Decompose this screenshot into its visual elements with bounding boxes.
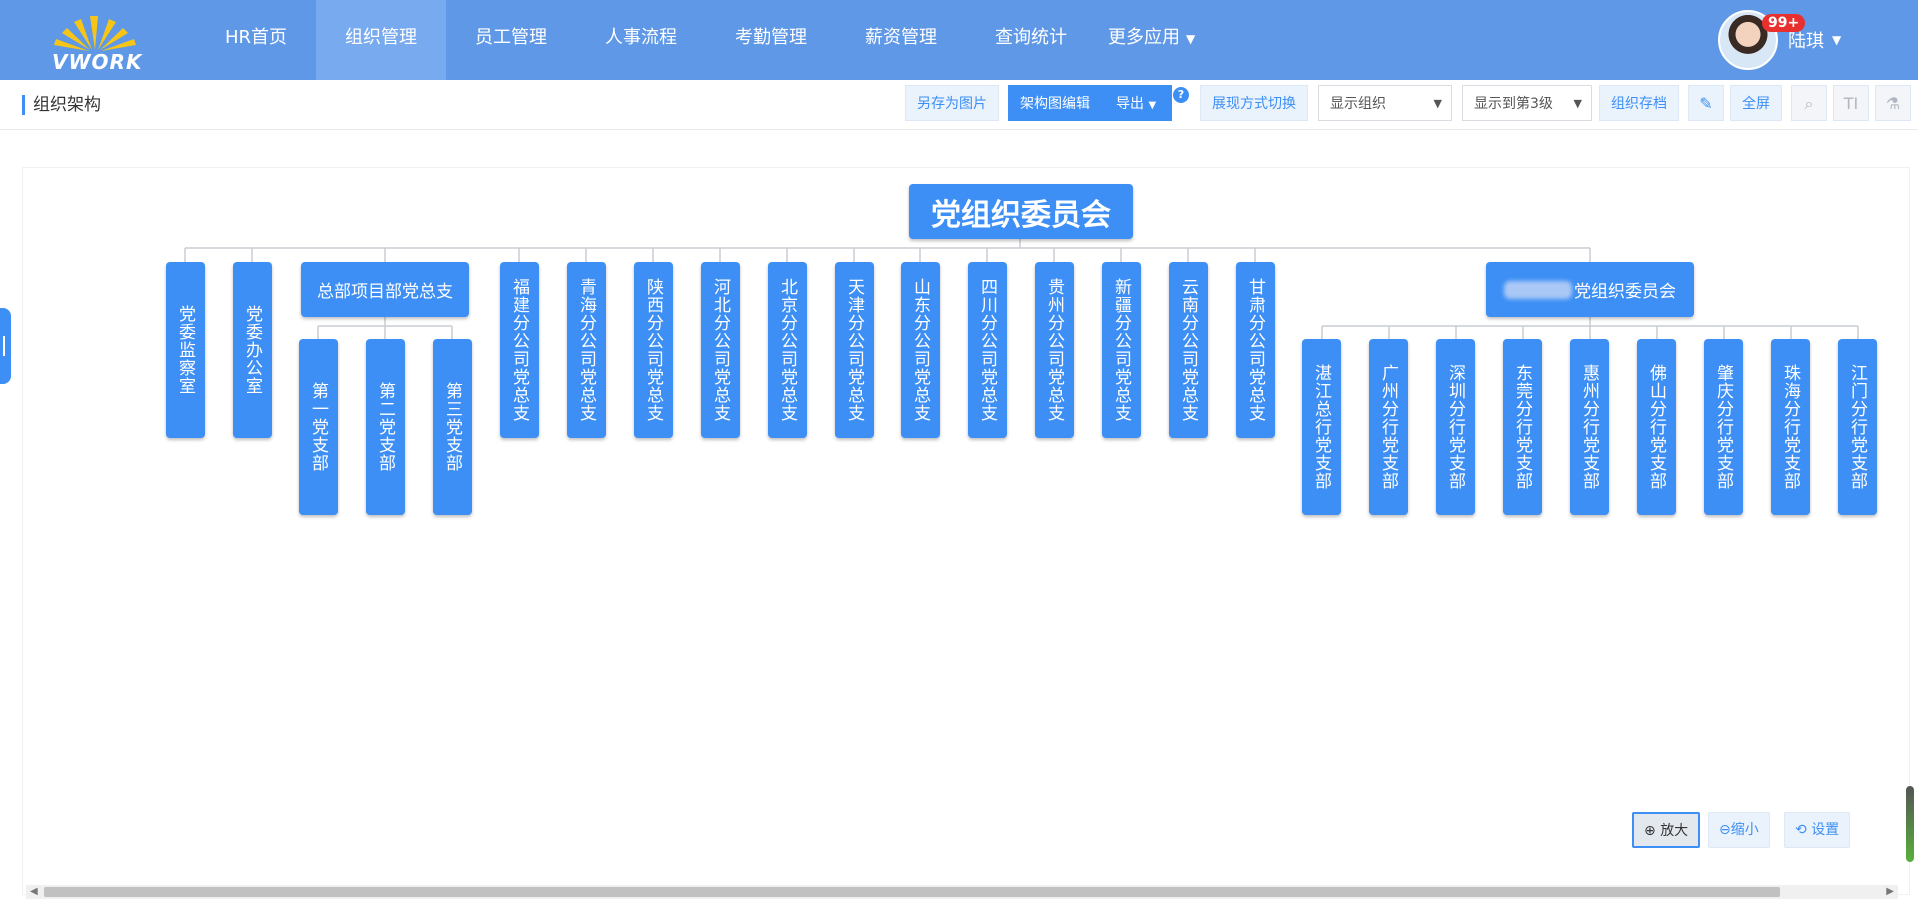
search-icon[interactable]: ⌕ (1791, 85, 1827, 121)
org-chart-canvas: 党组织委员会 党委监察室 党委办公室 总部项目部党总支 福建分公司党总支 青海分… (22, 167, 1910, 895)
zoom-out-button[interactable]: ⊖缩小 (1708, 812, 1770, 848)
org-node-level3[interactable]: 江门分行党支部 (1838, 339, 1877, 515)
org-node-level3[interactable]: 深圳分行党支部 (1436, 339, 1475, 515)
save-as-image-button[interactable]: 另存为图片 (905, 85, 999, 121)
zoom-out-icon: ⊖ (1719, 822, 1731, 838)
org-node-level3[interactable]: 佛山分行党支部 (1637, 339, 1676, 515)
nav-label: 员工管理 (475, 27, 548, 48)
avatar[interactable]: 99+ (1718, 10, 1806, 70)
page-title: 组织架构 (22, 95, 101, 115)
org-node-level3[interactable]: 肇庆分行党支部 (1704, 339, 1743, 515)
org-node-level2[interactable]: 北京分公司党总支 (768, 262, 807, 438)
org-node-level3[interactable]: 珠海分行党支部 (1771, 339, 1810, 515)
edit-icon[interactable]: ✎ (1688, 85, 1724, 121)
chevron-down-icon: ▼ (1186, 32, 1196, 46)
fullscreen-button[interactable]: 全屏 (1730, 85, 1782, 121)
org-node-level3[interactable]: 第一党支部 (299, 339, 338, 515)
org-node-sub-committee[interactable]: 党组织委员会 (1486, 262, 1694, 317)
display-level-select[interactable]: 显示到第3级 ▼ (1462, 85, 1592, 121)
org-node-level3[interactable]: 湛江总行党支部 (1302, 339, 1341, 515)
org-node-level2[interactable]: 青海分公司党总支 (567, 262, 606, 438)
export-dropdown[interactable]: 导出 ▼ (1116, 86, 1156, 124)
chevron-down-icon: ▼ (1148, 100, 1157, 111)
nav-hr-home[interactable]: HR首页 (196, 0, 316, 80)
nav-hr-process[interactable]: 人事流程 (576, 0, 706, 80)
org-node-level2[interactable]: 四川分公司党总支 (968, 262, 1007, 438)
org-node-level3[interactable]: 第三党支部 (433, 339, 472, 515)
nav-label: 薪资管理 (865, 27, 938, 48)
help-icon[interactable]: ? (1173, 87, 1189, 103)
top-navigation-bar: VWORK HR首页 组织管理 员工管理 人事流程 考勤管理 薪资管理 查询统计… (0, 0, 1918, 80)
settings-label: 设置 (1811, 822, 1840, 838)
nav-query-stats[interactable]: 查询统计 (966, 0, 1096, 80)
text-icon[interactable]: TI (1833, 85, 1869, 121)
org-node-level2[interactable]: 福建分公司党总支 (500, 262, 539, 438)
org-node-level2[interactable]: 陕西分公司党总支 (634, 262, 673, 438)
dropdown-caret-icon: ▼ (1573, 97, 1582, 110)
horizontal-scrollbar[interactable]: ◀ ▶ (26, 885, 1898, 899)
dropdown-caret-icon: ▼ (1433, 97, 1442, 110)
settings-button[interactable]: ⟲ 设置 (1784, 812, 1851, 848)
edit-export-group: 架构图编辑 导出 ▼ (1008, 85, 1172, 121)
org-node-level3[interactable]: 惠州分行党支部 (1570, 339, 1609, 515)
org-node-level2[interactable]: 山东分公司党总支 (901, 262, 940, 438)
scroll-right-icon[interactable]: ▶ (1886, 885, 1894, 899)
user-menu[interactable]: 99+ 陆琪 ▼ (1718, 8, 1841, 72)
edit-chart-button[interactable]: 架构图编辑 (1020, 86, 1090, 122)
org-node-hq-branch[interactable]: 总部项目部党总支 (301, 262, 469, 317)
switch-view-button[interactable]: 展现方式切换 (1200, 85, 1308, 121)
logo-text: VWORK (52, 50, 143, 74)
org-node-level2[interactable]: 党委监察室 (166, 262, 205, 438)
display-level-value: 显示到第3级 (1474, 96, 1553, 112)
refresh-icon: ⟲ (1795, 822, 1807, 838)
org-node-level2[interactable]: 贵州分公司党总支 (1035, 262, 1074, 438)
nav-label: HR首页 (225, 27, 288, 48)
nav-label: 考勤管理 (735, 27, 808, 48)
org-node-root[interactable]: 党组织委员会 (909, 184, 1133, 239)
scrollbar-thumb[interactable] (44, 887, 1780, 897)
org-node-level3[interactable]: 广州分行党支部 (1369, 339, 1408, 515)
org-node-level2[interactable]: 天津分公司党总支 (835, 262, 874, 438)
org-archive-button[interactable]: 组织存档 (1599, 85, 1679, 121)
nav-label: 组织管理 (345, 27, 418, 48)
flask-icon[interactable]: ⚗ (1875, 85, 1911, 121)
org-node-level2[interactable]: 甘肃分公司党总支 (1236, 262, 1275, 438)
nav-label: 人事流程 (605, 27, 678, 48)
sub-committee-label: 党组织委员会 (1574, 282, 1676, 302)
nav-payroll[interactable]: 薪资管理 (836, 0, 966, 80)
zoom-in-icon: ⊕ (1644, 823, 1656, 839)
scroll-left-icon[interactable]: ◀ (30, 885, 38, 899)
main-nav: HR首页 组织管理 员工管理 人事流程 考勤管理 薪资管理 查询统计 更多应用 ▼ (196, 0, 1207, 80)
nav-label: 查询统计 (995, 27, 1068, 48)
side-panel-toggle[interactable] (0, 308, 11, 384)
display-org-select[interactable]: 显示组织 ▼ (1318, 85, 1452, 121)
nav-employee-management[interactable]: 员工管理 (446, 0, 576, 80)
redacted-name (1504, 280, 1572, 299)
vwork-logo[interactable]: VWORK (40, 6, 150, 74)
notification-badge[interactable]: 99+ (1762, 14, 1806, 32)
nav-more-apps[interactable]: 更多应用 ▼ (1096, 0, 1207, 80)
nav-attendance[interactable]: 考勤管理 (706, 0, 836, 80)
zoom-out-label: 缩小 (1730, 822, 1759, 838)
vertical-scroll-indicator[interactable] (1906, 786, 1914, 862)
zoom-in-label: 放大 (1660, 823, 1689, 839)
logo-sun-icon (54, 16, 136, 51)
display-org-value: 显示组织 (1330, 96, 1386, 112)
org-node-level3[interactable]: 东莞分行党支部 (1503, 339, 1542, 515)
org-node-level2[interactable]: 新疆分公司党总支 (1102, 262, 1141, 438)
org-node-level3[interactable]: 第二党支部 (366, 339, 405, 515)
org-node-level2[interactable]: 河北分公司党总支 (701, 262, 740, 438)
org-node-level2[interactable]: 党委办公室 (233, 262, 272, 438)
nav-org-management[interactable]: 组织管理 (316, 0, 447, 80)
chevron-down-icon: ▼ (1832, 33, 1842, 47)
zoom-in-button[interactable]: ⊕ 放大 (1632, 812, 1701, 848)
org-node-level2[interactable]: 云南分公司党总支 (1169, 262, 1208, 438)
export-label: 导出 (1116, 96, 1144, 112)
nav-label: 更多应用 (1108, 27, 1181, 48)
